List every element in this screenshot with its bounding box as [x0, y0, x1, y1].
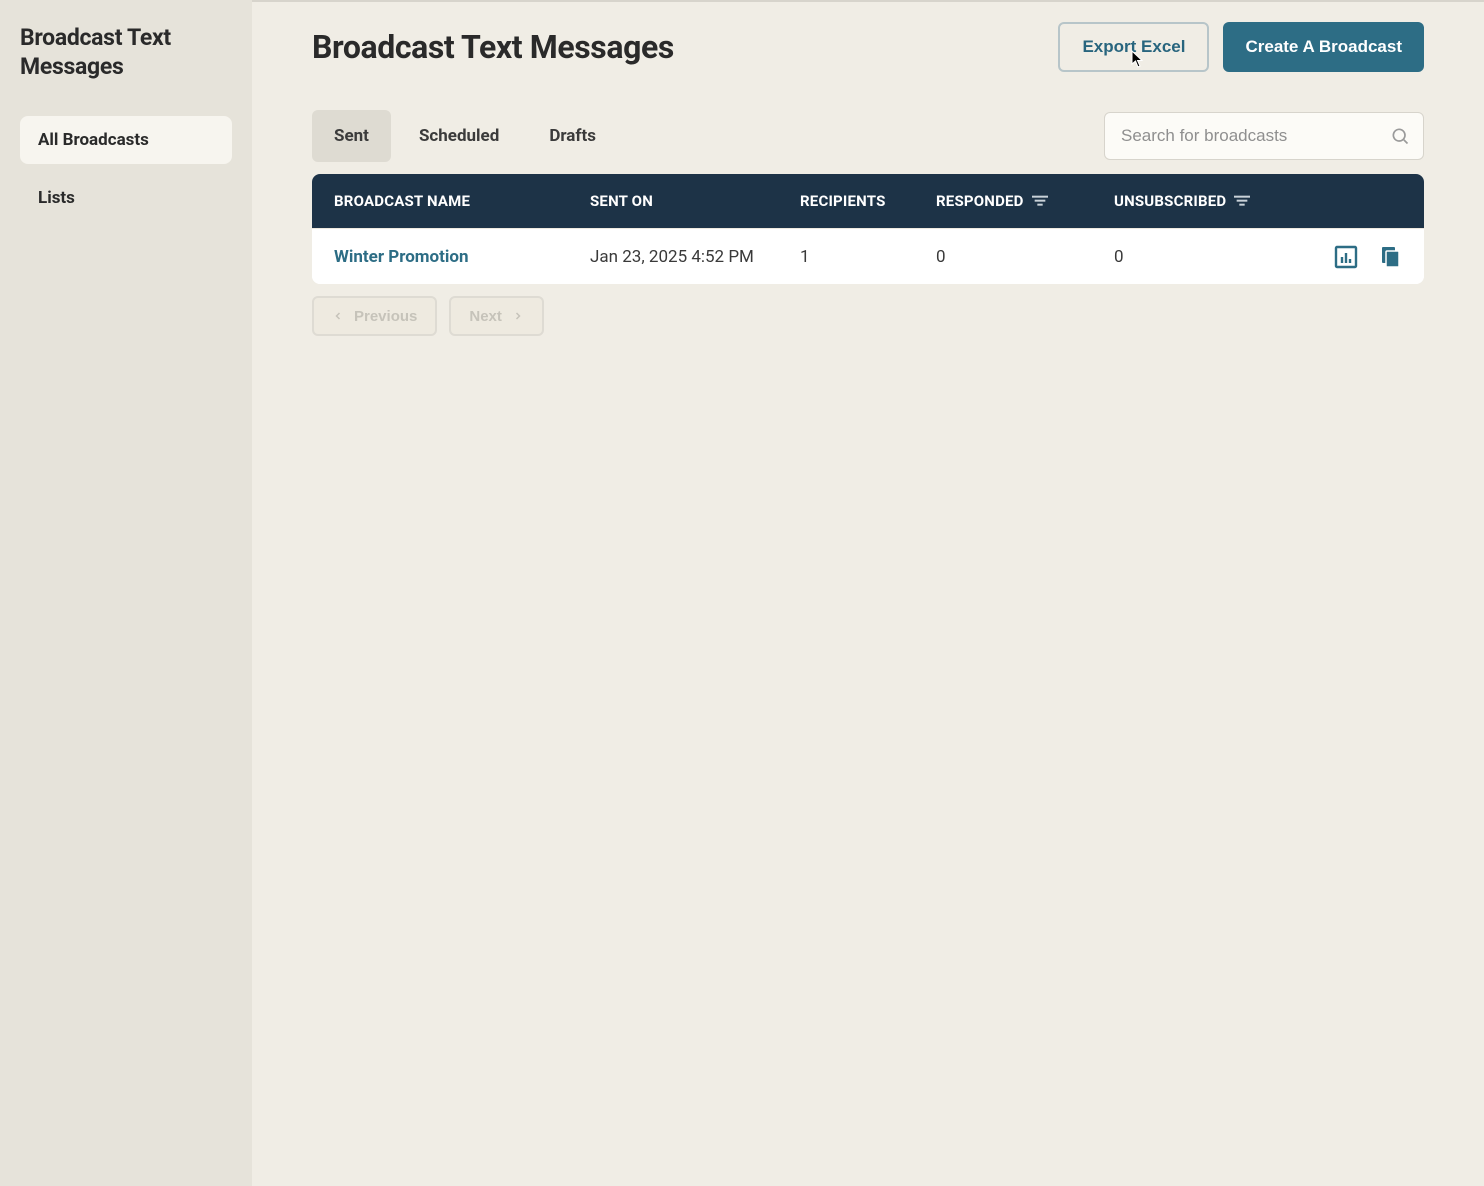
copy-icon[interactable] — [1378, 245, 1402, 269]
th-unsubscribed[interactable]: UNSUBSCRIBED — [1114, 192, 1324, 210]
tabs: Sent Scheduled Drafts — [312, 110, 618, 162]
filter-icon — [1234, 194, 1250, 208]
search-icon — [1390, 126, 1410, 146]
sidebar-item-label: All Broadcasts — [38, 130, 149, 150]
tab-drafts[interactable]: Drafts — [527, 110, 618, 162]
create-broadcast-button[interactable]: Create A Broadcast — [1223, 22, 1424, 72]
th-label: BROADCAST NAME — [334, 192, 470, 210]
cell-sent-on: Jan 23, 2025 4:52 PM — [590, 247, 800, 267]
tab-label: Sent — [334, 126, 369, 146]
th-label: RESPONDED — [936, 192, 1024, 210]
table-header: BROADCAST NAME SENT ON RECIPIENTS RESPON… — [312, 174, 1424, 228]
th-responded[interactable]: RESPONDED — [936, 192, 1114, 210]
export-excel-label: Export Excel — [1082, 37, 1185, 57]
search-input[interactable] — [1104, 112, 1424, 160]
chevron-right-icon — [512, 310, 524, 322]
tab-scheduled[interactable]: Scheduled — [397, 110, 521, 162]
sidebar-item-all-broadcasts[interactable]: All Broadcasts — [20, 116, 232, 164]
header-row: Broadcast Text Messages Export Excel Cre… — [312, 22, 1424, 72]
previous-label: Previous — [354, 308, 417, 325]
cell-unsubscribed: 0 — [1114, 247, 1324, 267]
next-label: Next — [469, 308, 502, 325]
tab-label: Scheduled — [419, 126, 499, 146]
sidebar-item-label: Lists — [38, 188, 75, 208]
sidebar-title: Broadcast Text Messages — [20, 24, 232, 82]
pagination: Previous Next — [312, 296, 1424, 336]
broadcasts-table: BROADCAST NAME SENT ON RECIPIENTS RESPON… — [312, 174, 1424, 284]
th-recipients[interactable]: RECIPIENTS — [800, 192, 936, 210]
filter-icon — [1032, 194, 1048, 208]
header-actions: Export Excel Create A Broadcast — [1058, 22, 1424, 72]
bar-chart-icon[interactable] — [1334, 245, 1358, 269]
cell-recipients: 1 — [800, 247, 936, 267]
cell-responded: 0 — [936, 247, 1114, 267]
page-title: Broadcast Text Messages — [312, 28, 674, 66]
th-label: SENT ON — [590, 192, 653, 210]
export-excel-button[interactable]: Export Excel — [1058, 22, 1209, 72]
broadcast-name-link[interactable]: Winter Promotion — [334, 247, 469, 267]
search-wrap — [1104, 112, 1424, 160]
tab-label: Drafts — [549, 126, 596, 146]
controls-row: Sent Scheduled Drafts — [312, 110, 1424, 162]
next-button[interactable]: Next — [449, 296, 544, 336]
th-sent-on[interactable]: SENT ON — [590, 192, 800, 210]
main-content: Broadcast Text Messages Export Excel Cre… — [252, 0, 1484, 1186]
table-body: Winter Promotion Jan 23, 2025 4:52 PM 1 … — [312, 228, 1424, 284]
th-label: RECIPIENTS — [800, 192, 886, 210]
sidebar: Broadcast Text Messages All Broadcasts L… — [0, 0, 252, 1186]
sidebar-item-lists[interactable]: Lists — [20, 174, 232, 222]
th-name[interactable]: BROADCAST NAME — [334, 192, 590, 210]
chevron-left-icon — [332, 310, 344, 322]
tab-sent[interactable]: Sent — [312, 110, 391, 162]
th-label: UNSUBSCRIBED — [1114, 192, 1226, 210]
table-row: Winter Promotion Jan 23, 2025 4:52 PM 1 … — [312, 228, 1424, 284]
previous-button[interactable]: Previous — [312, 296, 437, 336]
create-broadcast-label: Create A Broadcast — [1245, 37, 1402, 57]
